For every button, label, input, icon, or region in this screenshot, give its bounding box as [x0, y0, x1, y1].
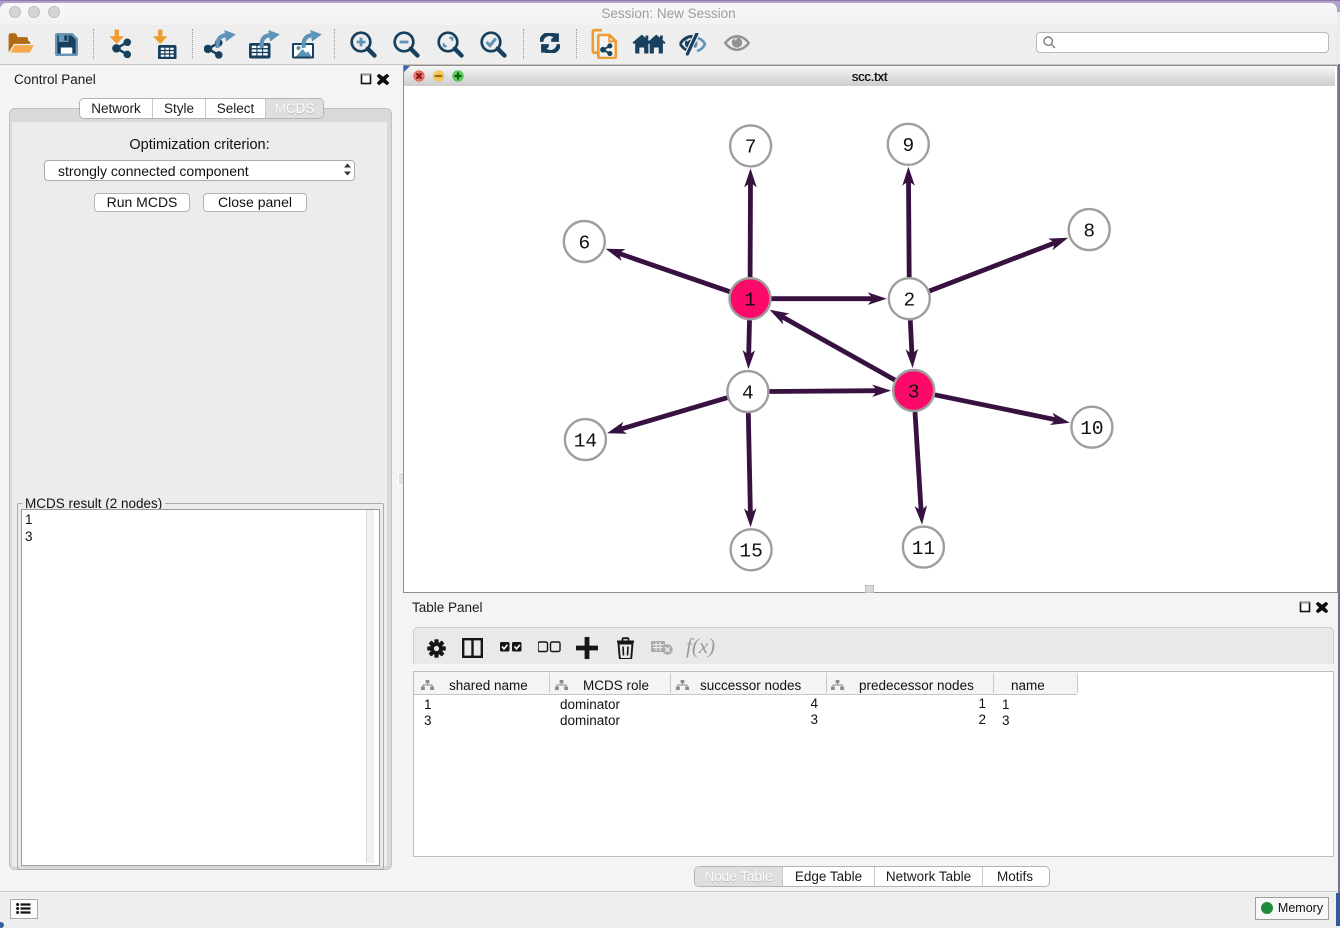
svg-text:4: 4	[742, 382, 754, 404]
svg-text:14: 14	[574, 430, 597, 452]
svg-text:1: 1	[744, 290, 756, 312]
svg-text:3: 3	[908, 381, 920, 403]
svg-text:2: 2	[903, 290, 915, 312]
svg-text:15: 15	[739, 541, 762, 563]
svg-text:10: 10	[1080, 418, 1103, 440]
svg-text:6: 6	[578, 232, 590, 254]
svg-text:9: 9	[902, 135, 914, 157]
svg-text:8: 8	[1083, 220, 1095, 242]
svg-text:11: 11	[912, 538, 935, 560]
svg-text:7: 7	[745, 137, 757, 159]
